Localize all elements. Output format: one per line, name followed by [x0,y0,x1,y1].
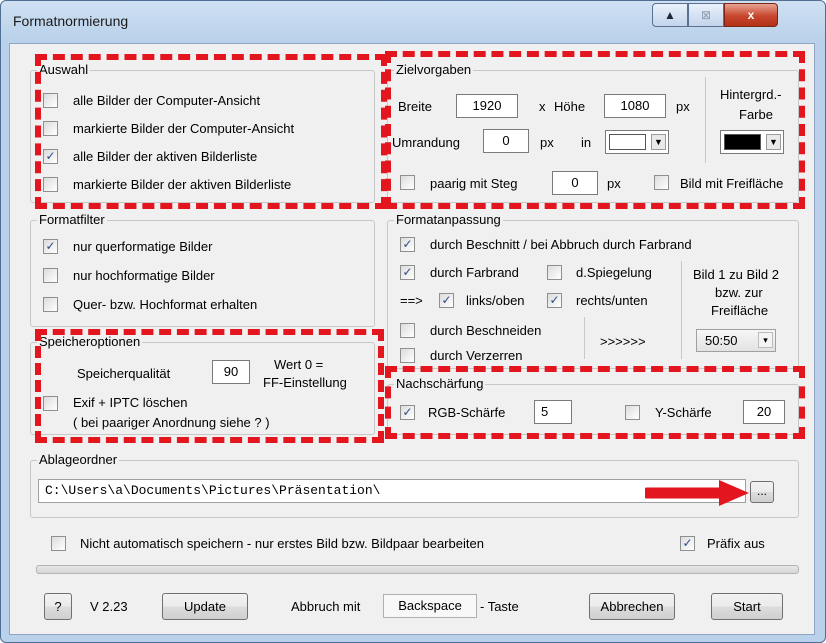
chevrons-label: >>>>>> [600,334,646,349]
label-beschnitt: durch Beschnitt / bei Abbruch durch Farb… [430,237,692,252]
window-title: Formatnormierung [13,13,129,29]
label-format-erhalten: Quer- bzw. Hochformat erhalten [73,297,258,312]
checkbox-links-oben[interactable]: ✓ [439,293,454,308]
formatfilter-legend: Formatfilter [37,212,107,228]
label-querformat: nur querformatige Bilder [73,239,213,254]
red-arrow-annotation [645,480,749,506]
update-button[interactable]: Update [162,593,248,620]
chevron-down-icon: ▾ [758,332,773,348]
bild-label-1: Bild 1 zu Bild 2 [693,267,779,282]
ratio-value: 50:50 [705,333,738,348]
start-button[interactable]: Start [711,593,783,620]
collapse-button[interactable]: ▲ [652,3,688,27]
ratio-select[interactable]: 50:50 ▾ [696,329,776,352]
label-farbrand: durch Farbrand [430,265,519,280]
praefix-label: Präfix aus [707,536,765,551]
abbrechen-button[interactable]: Abbrechen [589,593,675,620]
separator [681,261,682,359]
dialog-client-area: Auswahl alle Bilder der Computer-Ansicht… [9,43,815,635]
close-button[interactable]: x [724,3,778,27]
annotation-box-zielvorgaben [385,51,805,209]
checkbox-rechts-unten[interactable]: ✓ [547,293,562,308]
checkbox-beschneiden[interactable] [400,323,415,338]
separator [584,317,585,359]
ablageordner-path-field[interactable]: C:\Users\a\Documents\Pictures\Präsentati… [38,479,746,503]
label-verzerren: durch Verzerren [430,348,523,363]
progress-bar [36,565,799,574]
ablageordner-group: Ablageordner C:\Users\a\Documents\Pictur… [30,452,799,518]
ablageordner-legend: Ablageordner [37,452,120,468]
abbruch-suffix-label: - Taste [480,599,519,614]
label-hochformat: nur hochformatige Bilder [73,268,215,283]
help-button[interactable]: ? [44,593,72,620]
nicht-speichern-label: Nicht automatisch speichern - nur erstes… [80,536,484,551]
checkbox-farbrand[interactable]: ✓ [400,265,415,280]
label-beschneiden: durch Beschneiden [430,323,542,338]
checkbox-hochformat[interactable] [43,268,58,283]
label-rechts-unten: rechts/unten [576,293,648,308]
label-links-oben: links/oben [466,293,525,308]
pin-button[interactable]: ⊠ [688,3,724,27]
dialog-window: Formatnormierung ▲ ⊠ x Auswahl alle Bild… [0,0,826,643]
bild-label-2: bzw. zur [715,285,763,300]
formatanpassung-legend: Formatanpassung [394,212,503,228]
label-spiegelung: d.Spiegelung [576,265,652,280]
checkbox-querformat[interactable]: ✓ [43,239,58,254]
formatanpassung-group: Formatanpassung ✓ durch Beschnitt / bei … [387,212,799,369]
backspace-key-label: Backspace [383,594,477,618]
browse-button[interactable]: ... [750,481,774,503]
annotation-box-speicheroptionen [35,329,384,443]
checkbox-praefix[interactable]: ✓ [680,536,695,551]
version-label: V 2.23 [90,599,128,614]
checkbox-verzerren[interactable] [400,348,415,363]
abbruch-prefix-label: Abbruch mit [291,599,361,614]
formatfilter-group: Formatfilter ✓ nur querformatige Bilder … [30,212,375,327]
checkbox-format-erhalten[interactable] [43,297,58,312]
checkbox-beschnitt[interactable]: ✓ [400,237,415,252]
bild-label-3: Freifläche [711,303,769,318]
checkbox-spiegelung[interactable] [547,265,562,280]
arrow-label: ==> [400,293,423,308]
checkbox-nicht-speichern[interactable] [51,536,66,551]
annotation-box-nachschaerfung [385,366,805,439]
annotation-box-auswahl [35,54,387,209]
